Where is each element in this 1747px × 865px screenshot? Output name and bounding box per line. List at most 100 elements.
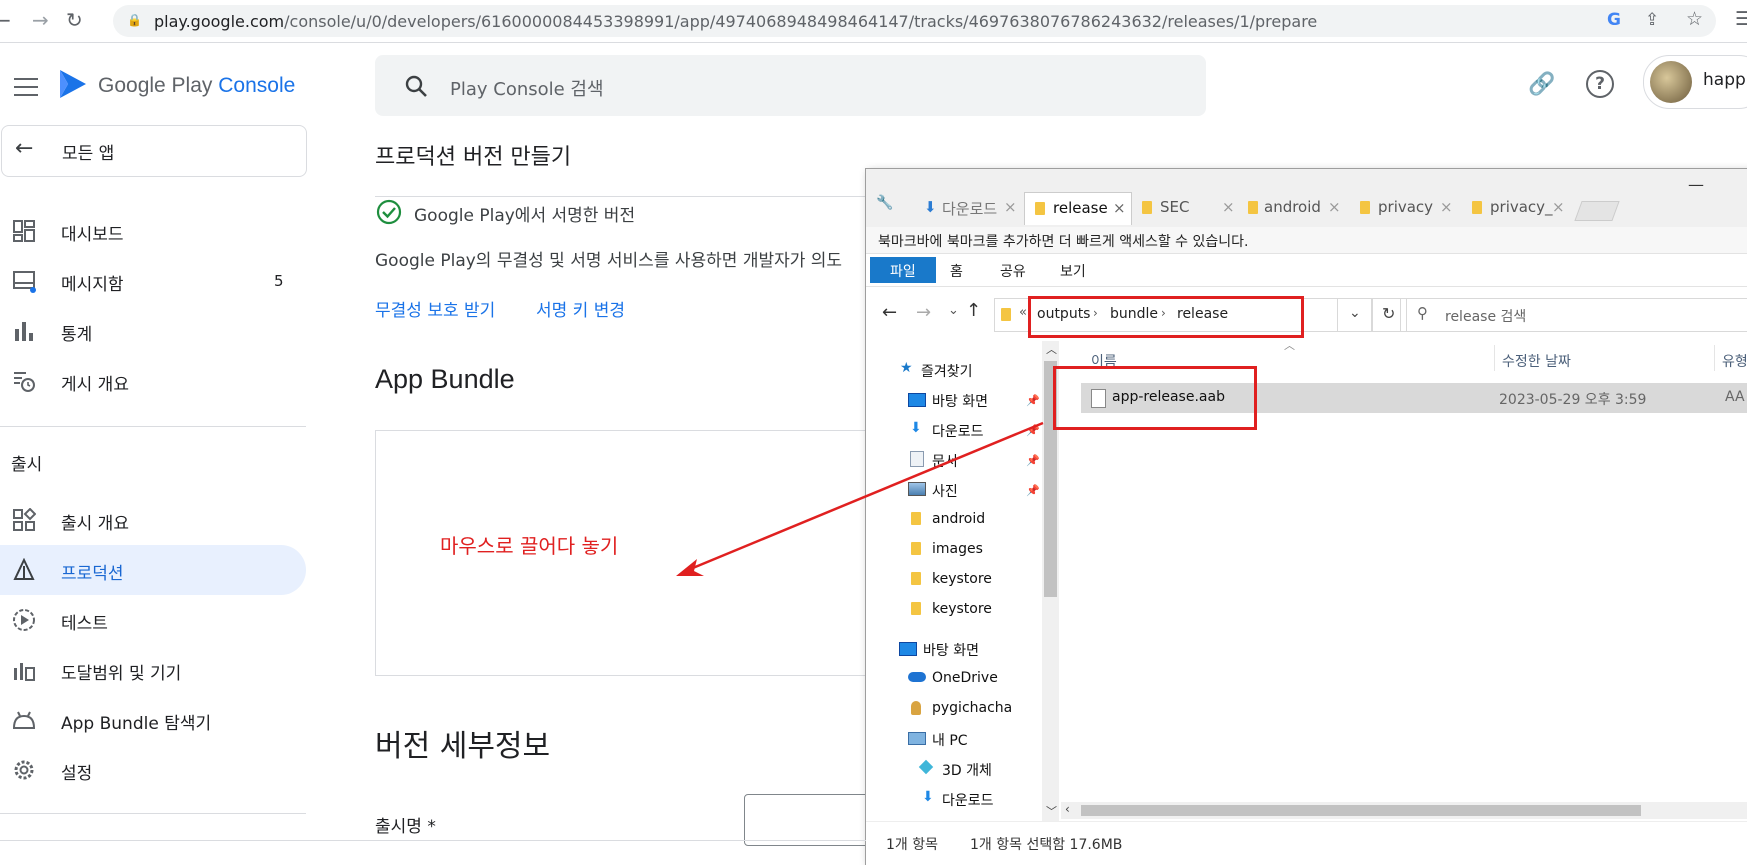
sidebar-item-dashboard[interactable]: 대시보드	[0, 206, 306, 256]
close-icon[interactable]: ×	[1113, 199, 1126, 217]
sidebar-item-publishing-overview[interactable]: 게시 개요	[0, 356, 306, 406]
sidebar-item-inbox[interactable]: 메시지함 5	[0, 256, 306, 306]
tree-item-pictures[interactable]: 사진	[932, 481, 958, 501]
tree-desktop[interactable]: 바탕 화면	[923, 640, 979, 660]
forward-arrow-icon[interactable]: →	[916, 302, 931, 323]
android-icon	[12, 711, 36, 729]
account-chip[interactable]: happ	[1643, 55, 1747, 109]
address-history-dropdown[interactable]: ⌄	[1337, 298, 1373, 332]
refresh-icon: ↻	[1382, 304, 1396, 323]
pin-icon[interactable]: 📌	[1026, 424, 1040, 437]
page-title: 프로덕션 버전 만들기	[375, 145, 572, 170]
ribbon-tab-file[interactable]: 파일	[870, 257, 936, 283]
back-arrow-icon[interactable]: ←	[0, 8, 11, 32]
sidebar-item-label: 통계	[61, 325, 93, 345]
scroll-up-icon[interactable]: ︿	[1046, 341, 1057, 357]
bookmark-bar: 북마크바에 북마크를 추가하면 더 빠르게 액세스할 수 있습니다.	[866, 227, 1747, 254]
pin-icon[interactable]: 📌	[1026, 484, 1040, 497]
sidebar-item-statistics[interactable]: 통계	[0, 306, 306, 356]
back-arrow-icon[interactable]: ←	[882, 302, 897, 323]
folder-icon	[1142, 201, 1152, 214]
reach-devices-icon	[14, 663, 35, 681]
tree-item-documents[interactable]: 문서	[932, 451, 958, 471]
bookmark-star-icon[interactable]: ☆	[1686, 8, 1703, 30]
close-icon[interactable]: ×	[1552, 198, 1565, 216]
signing-status-label: Google Play에서 서명한 버전	[414, 206, 636, 226]
sidebar-item-app-bundle-explorer[interactable]: App Bundle 탐색기	[0, 695, 306, 745]
file-list-hscrollbar[interactable]: ‹	[1061, 802, 1747, 819]
explorer-tab-sec[interactable]: SEC ×	[1136, 192, 1240, 224]
forward-arrow-icon[interactable]: →	[32, 8, 49, 32]
minimize-icon[interactable]: —	[1688, 175, 1704, 194]
pin-icon[interactable]: 📌	[1026, 394, 1040, 407]
wrench-icon[interactable]: 🔧	[876, 195, 893, 211]
tree-onedrive[interactable]: OneDrive	[932, 670, 998, 686]
close-icon[interactable]: ×	[1222, 198, 1235, 216]
close-icon[interactable]: ×	[1328, 198, 1341, 216]
all-apps-back-button[interactable]: ← 모든 앱	[1, 125, 307, 177]
explorer-search-input[interactable]: ⚲ release 검색	[1400, 298, 1747, 332]
pin-icon[interactable]: 📌	[1026, 454, 1040, 467]
scroll-down-icon[interactable]: ﹀	[1046, 803, 1057, 819]
ribbon-tab-home[interactable]: 홈	[950, 261, 963, 281]
sidebar-item-reach-devices[interactable]: 도달범위 및 기기	[0, 645, 306, 695]
tree-item-keystore[interactable]: keystore	[932, 571, 992, 587]
folder-icon	[911, 542, 921, 555]
tree-this-pc[interactable]: 내 PC	[932, 730, 968, 750]
logo-console: Console	[218, 74, 296, 97]
tree-item-keystore-2[interactable]: keystore	[932, 601, 992, 617]
explorer-tab-privacy-2[interactable]: privacy_ ×	[1466, 192, 1570, 224]
tree-item-downloads[interactable]: 다운로드	[932, 421, 984, 441]
explorer-tab-privacy[interactable]: privacy ×	[1354, 192, 1458, 224]
sidebar-item-label: 프로덕션	[61, 564, 124, 584]
breadcrumb-overflow[interactable]: «	[1019, 305, 1027, 320]
tree-item-android[interactable]: android	[932, 511, 985, 527]
link-icon[interactable]: 🔗	[1528, 72, 1555, 97]
ribbon-tab-share[interactable]: 공유	[1000, 261, 1026, 281]
up-arrow-icon[interactable]: ↑	[966, 300, 981, 321]
explorer-tab-release[interactable]: release ×	[1024, 192, 1132, 225]
column-header-modified[interactable]: 수정한 날짜	[1502, 351, 1571, 371]
scroll-left-icon[interactable]: ‹	[1065, 802, 1070, 816]
column-header-type[interactable]: 유형	[1722, 351, 1747, 371]
app-logo-text[interactable]: Google Play Console	[98, 74, 295, 98]
close-icon[interactable]: ×	[1440, 198, 1453, 216]
download-arrow-icon: ⬇	[922, 789, 934, 805]
explorer-tab-android[interactable]: android ×	[1242, 192, 1346, 224]
google-translate-icon[interactable]: G	[1607, 10, 1621, 30]
tree-quick-access[interactable]: 즐겨찾기	[921, 361, 973, 381]
tree-user[interactable]: pygichacha	[932, 700, 1012, 716]
lock-icon: 🔒	[127, 13, 142, 27]
search-input[interactable]: Play Console 검색	[375, 55, 1206, 116]
close-icon[interactable]: ×	[1004, 198, 1017, 216]
tree-3d-objects[interactable]: 3D 개체	[942, 760, 992, 780]
hscroll-thumb[interactable]	[1081, 805, 1641, 816]
tree-item-images[interactable]: images	[932, 541, 983, 557]
sidebar-item-release-overview[interactable]: 출시 개요	[0, 495, 306, 545]
help-icon[interactable]: ?	[1586, 70, 1614, 98]
signing-description: Google Play의 무결성 및 서명 서비스를 사용하면 개발자가 의도	[375, 251, 843, 271]
release-name-label: 출시명 *	[375, 817, 436, 837]
url-host: play.google.com	[154, 12, 285, 31]
reload-icon[interactable]: ↻	[66, 8, 83, 32]
integrity-protection-link[interactable]: 무결성 보호 받기	[375, 296, 495, 321]
hamburger-menu-icon[interactable]	[14, 76, 38, 96]
sidebar-item-settings[interactable]: 설정	[0, 745, 306, 795]
new-tab-button[interactable]	[1574, 201, 1620, 221]
account-name: happ	[1703, 70, 1746, 90]
explorer-tab-downloads[interactable]: ⬇ 다운로드 ×	[916, 192, 1020, 224]
ribbon-tab-view[interactable]: 보기	[1060, 261, 1086, 281]
sidebar-item-testing[interactable]: 테스트	[0, 595, 306, 645]
tree-item-desktop[interactable]: 바탕 화면	[932, 391, 988, 411]
url-text: play.google.com/console/u/0/developers/6…	[154, 12, 1317, 31]
menu-icon[interactable]: ☰	[1735, 8, 1747, 30]
share-icon[interactable]: ⇪	[1645, 10, 1659, 30]
sidebar-item-production[interactable]: 프로덕션	[0, 545, 306, 595]
tree-downloads[interactable]: 다운로드	[942, 790, 994, 810]
change-signing-key-link[interactable]: 서명 키 변경	[536, 296, 625, 321]
url-path: /console/u/0/developers/6160000084453398…	[284, 12, 1318, 31]
sidebar-divider	[0, 813, 306, 814]
drag-drop-annotation: 마우스로 끌어다 놓기	[440, 534, 619, 558]
sidebar-item-label: 도달범위 및 기기	[61, 664, 182, 684]
chevron-down-icon[interactable]: ⌄	[948, 303, 959, 318]
